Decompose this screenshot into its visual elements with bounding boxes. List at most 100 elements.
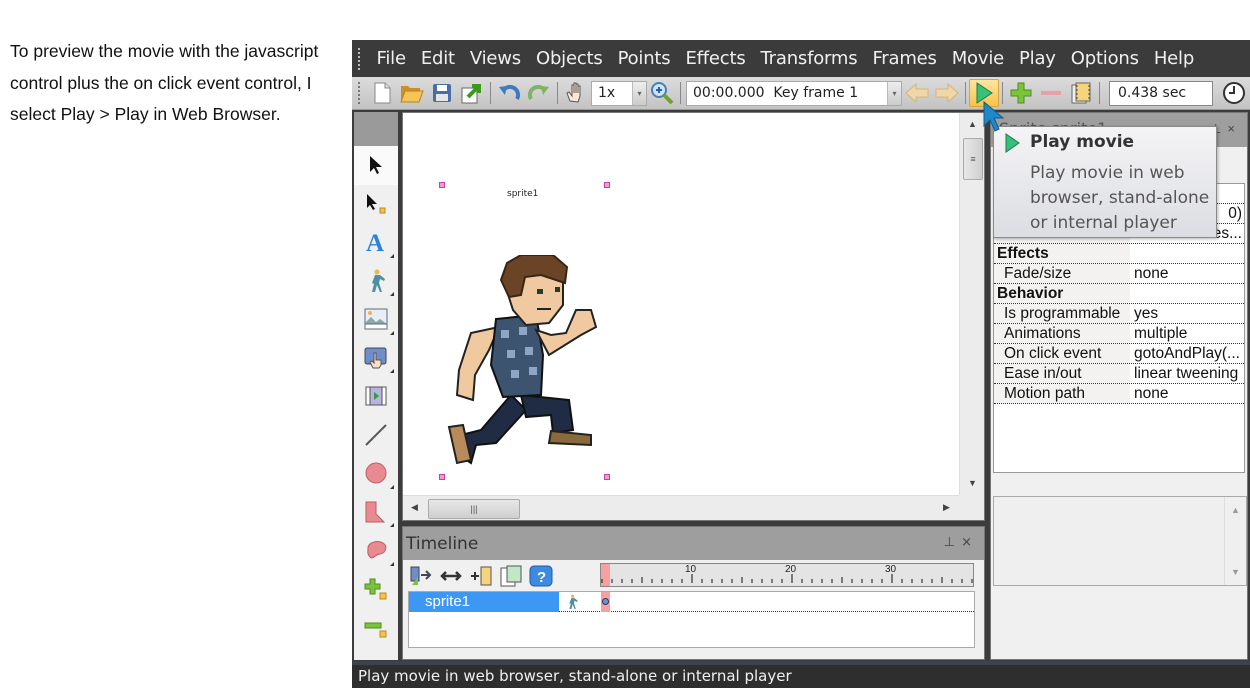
frame-select-value: 00:00.000 Key frame 1 xyxy=(693,85,859,101)
property-row-on-click-event[interactable]: On click event gotoAndPlay(... xyxy=(994,344,1244,364)
tool-shape[interactable] xyxy=(354,493,398,532)
image-icon xyxy=(364,308,388,330)
frame-duration-field[interactable]: 0.438 sec xyxy=(1109,80,1213,106)
stage-canvas[interactable]: sprite1 xyxy=(403,113,959,495)
selection-handle[interactable] xyxy=(604,474,610,480)
property-row-is-programmable[interactable]: Is programmable yes xyxy=(994,304,1244,324)
scroll-thumb[interactable]: ||| xyxy=(428,499,520,519)
save-icon xyxy=(433,84,451,102)
new-button[interactable] xyxy=(367,79,397,107)
stretch-icon[interactable] xyxy=(439,565,463,587)
tool-sprite[interactable] xyxy=(354,262,398,301)
selection-handle[interactable] xyxy=(604,182,610,188)
scroll-left-arrow[interactable]: ◀ xyxy=(411,502,418,513)
tooltip-body: Play movie in web browser, stand-alone o… xyxy=(1030,163,1210,233)
open-button[interactable] xyxy=(397,79,427,107)
add-frame-button[interactable] xyxy=(1006,79,1036,107)
menu-points[interactable]: Points xyxy=(610,48,678,69)
menu-play[interactable]: Play xyxy=(1012,48,1064,69)
property-group-behavior[interactable]: Behavior xyxy=(994,284,1244,304)
menu-frames[interactable]: Frames xyxy=(865,48,944,69)
toolbar-grip[interactable] xyxy=(358,82,361,104)
frame-select[interactable]: 00:00.000 Key frame 1 ▾ xyxy=(686,80,902,106)
next-frame-button[interactable] xyxy=(932,79,962,107)
scroll-up-arrow[interactable]: ▲ xyxy=(968,119,977,129)
timing-button[interactable] xyxy=(1219,79,1249,107)
zoom-level-value: 1x xyxy=(598,85,616,101)
timeline-row[interactable]: sprite1 xyxy=(409,592,974,612)
submenu-indicator xyxy=(390,523,394,527)
menu-file[interactable]: File xyxy=(369,48,413,69)
tool-freeform[interactable] xyxy=(354,531,398,570)
description-scrollbar[interactable]: ▲ ▼ xyxy=(1224,497,1246,585)
zoom-button[interactable] xyxy=(647,79,677,107)
frame-properties-button[interactable] xyxy=(1066,79,1096,107)
tool-add-point[interactable] xyxy=(354,570,398,609)
hand-tool-button[interactable] xyxy=(561,79,591,107)
chevron-down-icon[interactable]: ▾ xyxy=(632,81,646,105)
export-icon xyxy=(461,84,481,104)
keyframe-cell[interactable] xyxy=(601,592,610,612)
play-movie-tooltip: Play movie Play movie in web browser, st… xyxy=(993,126,1217,238)
stage-horizontal-scrollbar[interactable]: ◀ ||| ▶ xyxy=(403,495,959,520)
menubar-grip[interactable] xyxy=(358,47,361,70)
toolbar-separator xyxy=(490,82,491,104)
tool-line[interactable] xyxy=(354,416,398,455)
remove-frame-button[interactable] xyxy=(1036,79,1066,107)
property-row-fade-size[interactable]: Fade/size none xyxy=(994,264,1244,284)
insert-frame-icon[interactable] xyxy=(469,565,493,587)
tool-image[interactable] xyxy=(354,300,398,339)
keyframe-marker[interactable] xyxy=(602,598,609,605)
zoom-level-select[interactable]: 1x ▾ xyxy=(591,80,647,106)
menu-views[interactable]: Views xyxy=(462,48,528,69)
minus-icon xyxy=(1041,91,1061,95)
track-name[interactable]: sprite1 xyxy=(409,592,559,612)
menu-edit[interactable]: Edit xyxy=(413,48,462,69)
panel-controls: ⊥× xyxy=(944,535,978,550)
point-select-icon xyxy=(367,193,386,214)
menu-objects[interactable]: Objects xyxy=(528,48,610,69)
property-row-animations[interactable]: Animations multiple xyxy=(994,324,1244,344)
property-row-ease-in-out[interactable]: Ease in/out linear tweening xyxy=(994,364,1244,384)
export-button[interactable] xyxy=(457,79,487,107)
tool-remove-point[interactable] xyxy=(354,608,398,647)
zoom-icon xyxy=(651,82,674,105)
stage-vertical-scrollbar[interactable]: ▲ ≡ ▼ xyxy=(959,113,984,495)
tool-button[interactable] xyxy=(354,339,398,378)
undo-button[interactable] xyxy=(494,79,524,107)
tool-select[interactable] xyxy=(354,146,398,185)
move-object-icon[interactable] xyxy=(409,565,433,587)
tool-text[interactable]: A xyxy=(354,223,398,262)
close-icon[interactable]: × xyxy=(961,535,978,550)
selection-handle[interactable] xyxy=(439,182,445,188)
menu-transforms[interactable]: Transforms xyxy=(753,48,865,69)
tool-video[interactable] xyxy=(354,377,398,416)
scroll-thumb[interactable]: ≡ xyxy=(963,138,983,180)
selection-handle[interactable] xyxy=(439,474,445,480)
copy-frames-icon[interactable] xyxy=(499,565,523,587)
scroll-right-arrow[interactable]: ▶ xyxy=(943,502,950,513)
scroll-down-arrow[interactable]: ▼ xyxy=(1231,567,1240,577)
menu-options[interactable]: Options xyxy=(1063,48,1146,69)
circle-icon xyxy=(365,462,387,484)
scroll-up-arrow[interactable]: ▲ xyxy=(1231,505,1240,515)
tool-circle[interactable] xyxy=(354,454,398,493)
toolbar-separator xyxy=(965,82,966,104)
timeline-ruler[interactable]: 10 20 30 xyxy=(600,563,974,587)
property-group-effects[interactable]: Effects xyxy=(994,244,1244,264)
menu-help[interactable]: Help xyxy=(1146,48,1201,69)
close-icon[interactable]: × xyxy=(1227,121,1241,136)
pin-icon[interactable]: ⊥ xyxy=(944,535,961,550)
scroll-down-arrow[interactable]: ▼ xyxy=(968,478,977,488)
menu-effects[interactable]: Effects xyxy=(678,48,753,69)
property-row-motion-path[interactable]: Motion path none xyxy=(994,384,1244,404)
tool-point-select[interactable] xyxy=(354,185,398,224)
redo-button[interactable] xyxy=(524,79,554,107)
previous-frame-button[interactable] xyxy=(902,79,932,107)
save-button[interactable] xyxy=(427,79,457,107)
help-icon[interactable]: ? xyxy=(529,565,553,587)
toolbox-panel: A xyxy=(354,112,398,660)
running-character-sprite[interactable] xyxy=(441,255,601,467)
chevron-down-icon[interactable]: ▾ xyxy=(887,81,901,105)
menu-movie[interactable]: Movie xyxy=(944,48,1011,69)
